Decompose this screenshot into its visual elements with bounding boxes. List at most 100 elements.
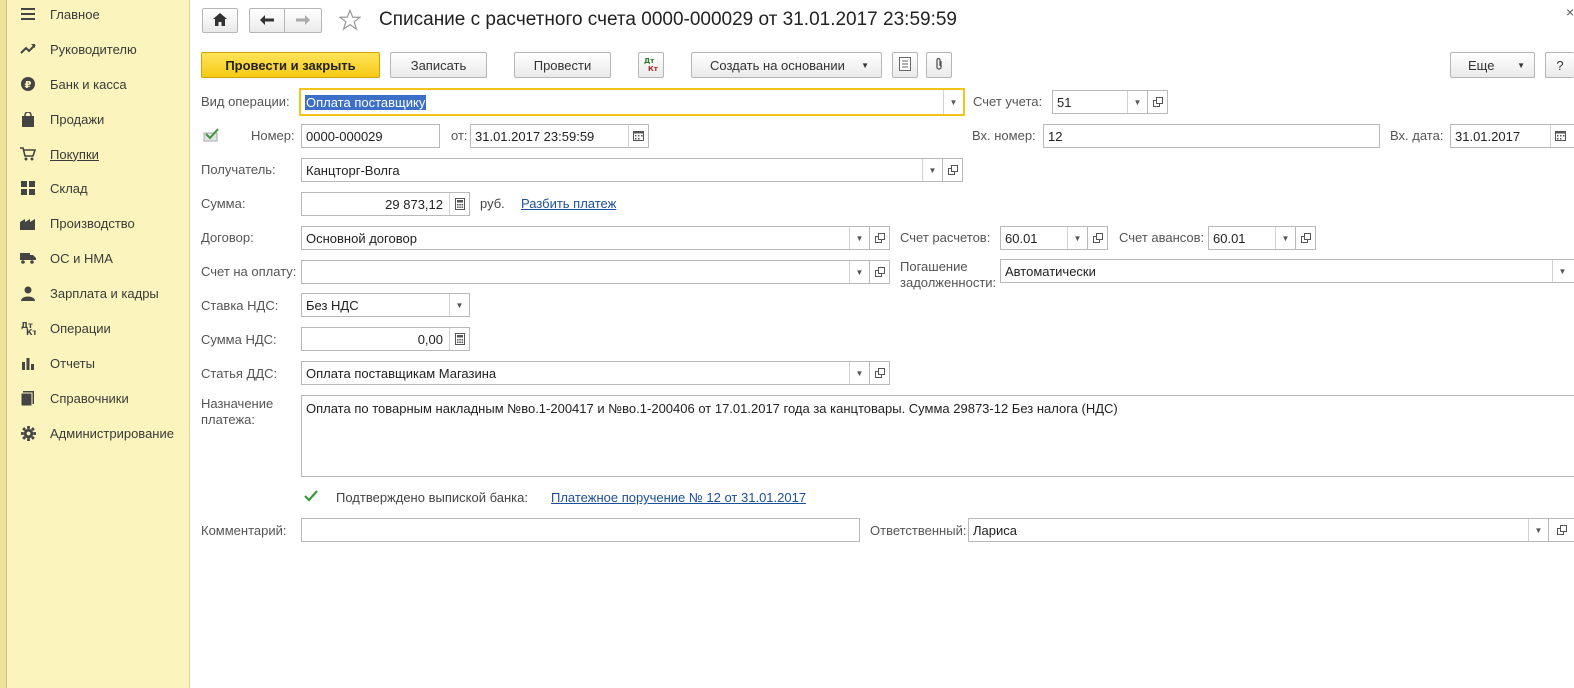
close-button[interactable]: × xyxy=(1566,4,1574,20)
operation-type-field[interactable]: Оплата поставщику ▼ xyxy=(299,88,965,116)
attach-button[interactable] xyxy=(926,52,952,78)
payment-order-link[interactable]: Платежное поручение № 12 от 31.01.2017 xyxy=(551,490,806,505)
operation-type-label: Вид операции: xyxy=(201,94,290,109)
post-button[interactable]: Провести xyxy=(514,52,611,78)
cart-icon xyxy=(20,146,36,162)
sidebar-item-main[interactable]: Главное xyxy=(20,2,100,26)
dtkt-icon: Дт Кт xyxy=(20,320,36,336)
split-payment-link[interactable]: Разбить платеж xyxy=(521,196,616,211)
chevron-down-icon[interactable]: ▼ xyxy=(1127,91,1147,113)
open-responsible-button[interactable] xyxy=(1549,518,1574,542)
comment-field[interactable] xyxy=(301,518,860,542)
sidebar-item-admin[interactable]: Администрирование xyxy=(20,421,174,445)
arrow-right-icon xyxy=(296,13,310,28)
settlement-account-label: Счет расчетов: xyxy=(900,230,991,245)
favorite-star-icon[interactable] xyxy=(338,8,362,34)
calculator-icon[interactable] xyxy=(449,193,469,215)
sum-field[interactable]: 29 873,12 xyxy=(301,192,470,216)
open-icon xyxy=(874,231,885,246)
invoice-field[interactable]: ▼ xyxy=(301,260,870,284)
svg-text:Кт: Кт xyxy=(648,65,659,72)
chevron-down-icon[interactable]: ▼ xyxy=(449,294,469,316)
open-advance-account-button[interactable] xyxy=(1296,226,1316,250)
responsible-field[interactable]: Лариса ▼ xyxy=(968,518,1549,542)
chevron-down-icon: ▼ xyxy=(1517,60,1525,70)
sidebar-item-sales[interactable]: Продажи xyxy=(20,107,104,131)
sidebar-item-label: Главное xyxy=(50,6,100,22)
paperclip-icon xyxy=(935,57,943,74)
payment-purpose-textarea[interactable]: Оплата по товарным накладным №во.1-20041… xyxy=(301,395,1574,477)
calendar-icon[interactable] xyxy=(1550,125,1570,147)
settlement-account-field[interactable]: 60.01 ▼ xyxy=(1000,226,1088,250)
repayment-field[interactable]: Автоматически ▼ xyxy=(1000,259,1574,283)
settlement-account-value: 60.01 xyxy=(1005,230,1038,246)
sidebar-item-directories[interactable]: Справочники xyxy=(20,386,129,410)
save-button[interactable]: Записать xyxy=(390,52,487,78)
account-field[interactable]: 51 ▼ xyxy=(1052,90,1148,114)
in-number-field[interactable]: 12 xyxy=(1043,124,1380,148)
chevron-down-icon[interactable]: ▼ xyxy=(943,90,963,114)
chevron-down-icon[interactable]: ▼ xyxy=(849,362,869,384)
open-icon xyxy=(1556,523,1567,538)
open-recipient-button[interactable] xyxy=(943,158,963,182)
chevron-down-icon[interactable]: ▼ xyxy=(849,227,869,249)
account-label: Счет учета: xyxy=(973,94,1043,109)
bank-confirmed-checkbox[interactable] xyxy=(303,488,319,504)
print-button[interactable] xyxy=(892,52,918,78)
back-button[interactable] xyxy=(249,8,285,33)
sidebar-item-manager[interactable]: Руководителю xyxy=(20,37,137,61)
calculator-icon[interactable] xyxy=(449,328,469,350)
date-from-label: от: xyxy=(451,128,468,143)
bar-chart-icon xyxy=(20,355,36,371)
recipient-field[interactable]: Канцторг-Волга ▼ xyxy=(301,158,943,182)
sidebar-item-reports[interactable]: Отчеты xyxy=(20,351,95,375)
sidebar-item-production[interactable]: Производство xyxy=(20,211,135,235)
arrow-left-icon xyxy=(260,13,274,28)
svg-text:Дт: Дт xyxy=(644,57,655,65)
chevron-down-icon[interactable]: ▼ xyxy=(849,261,869,283)
vat-sum-label: Сумма НДС: xyxy=(201,332,277,347)
dtkt-report-button[interactable]: Дт Кт xyxy=(638,52,664,78)
sidebar-item-bank[interactable]: ₽ Банк и касса xyxy=(20,72,127,96)
chevron-down-icon[interactable]: ▼ xyxy=(1067,227,1087,249)
advance-account-value: 60.01 xyxy=(1213,230,1246,246)
sidebar-item-label: Склад xyxy=(50,180,88,196)
open-account-button[interactable] xyxy=(1148,90,1168,114)
home-button[interactable] xyxy=(202,8,238,33)
contract-value: Основной договор xyxy=(306,230,417,246)
date-field[interactable]: 31.01.2017 23:59:59 xyxy=(470,124,649,148)
chevron-down-icon[interactable]: ▼ xyxy=(1552,260,1572,282)
post-and-close-button[interactable]: Провести и закрыть xyxy=(201,52,380,78)
sidebar-item-purchases[interactable]: Покупки xyxy=(20,142,99,166)
sidebar-item-label: ОС и НМА xyxy=(50,250,113,266)
help-button[interactable]: ? xyxy=(1545,52,1574,78)
open-cash-flow-item-button[interactable] xyxy=(870,361,890,385)
chevron-down-icon[interactable]: ▼ xyxy=(922,159,942,181)
operation-type-value: Оплата поставщику xyxy=(305,94,427,110)
number-field[interactable]: 0000-000029 xyxy=(301,124,440,148)
cash-flow-item-field[interactable]: Оплата поставщикам Магазина ▼ xyxy=(301,361,870,385)
chevron-down-icon[interactable]: ▼ xyxy=(1528,519,1548,541)
sidebar-item-operations[interactable]: Дт Кт Операции xyxy=(20,316,111,340)
open-settlement-account-button[interactable] xyxy=(1088,226,1108,250)
payment-purpose-label-2: платежа: xyxy=(201,412,255,427)
calendar-icon[interactable] xyxy=(628,125,648,147)
sidebar-item-label: Продажи xyxy=(50,111,105,127)
sidebar-item-fixed-assets[interactable]: ОС и НМА xyxy=(20,246,113,270)
open-contract-button[interactable] xyxy=(870,226,890,250)
sidebar-item-salary[interactable]: Зарплата и кадры xyxy=(20,281,159,305)
advance-account-field[interactable]: 60.01 ▼ xyxy=(1208,226,1296,250)
vat-sum-field[interactable]: 0,00 xyxy=(301,327,470,351)
forward-button[interactable] xyxy=(284,8,322,33)
contract-field[interactable]: Основной договор ▼ xyxy=(301,226,870,250)
create-based-on-button[interactable]: Создать на основании ▼ xyxy=(691,52,882,78)
open-invoice-button[interactable] xyxy=(870,260,890,284)
more-button[interactable]: Еще ▼ xyxy=(1450,52,1535,78)
in-date-field[interactable]: 31.01.2017 xyxy=(1450,124,1574,148)
sidebar-item-warehouse[interactable]: Склад xyxy=(20,176,88,200)
chevron-down-icon[interactable]: ▼ xyxy=(1275,227,1295,249)
repayment-label: Погашение xyxy=(900,259,968,274)
page-title: Списание с расчетного счета 0000-000029 … xyxy=(379,9,957,30)
vat-rate-field[interactable]: Без НДС ▼ xyxy=(301,293,470,317)
recipient-label: Получатель: xyxy=(201,162,276,177)
